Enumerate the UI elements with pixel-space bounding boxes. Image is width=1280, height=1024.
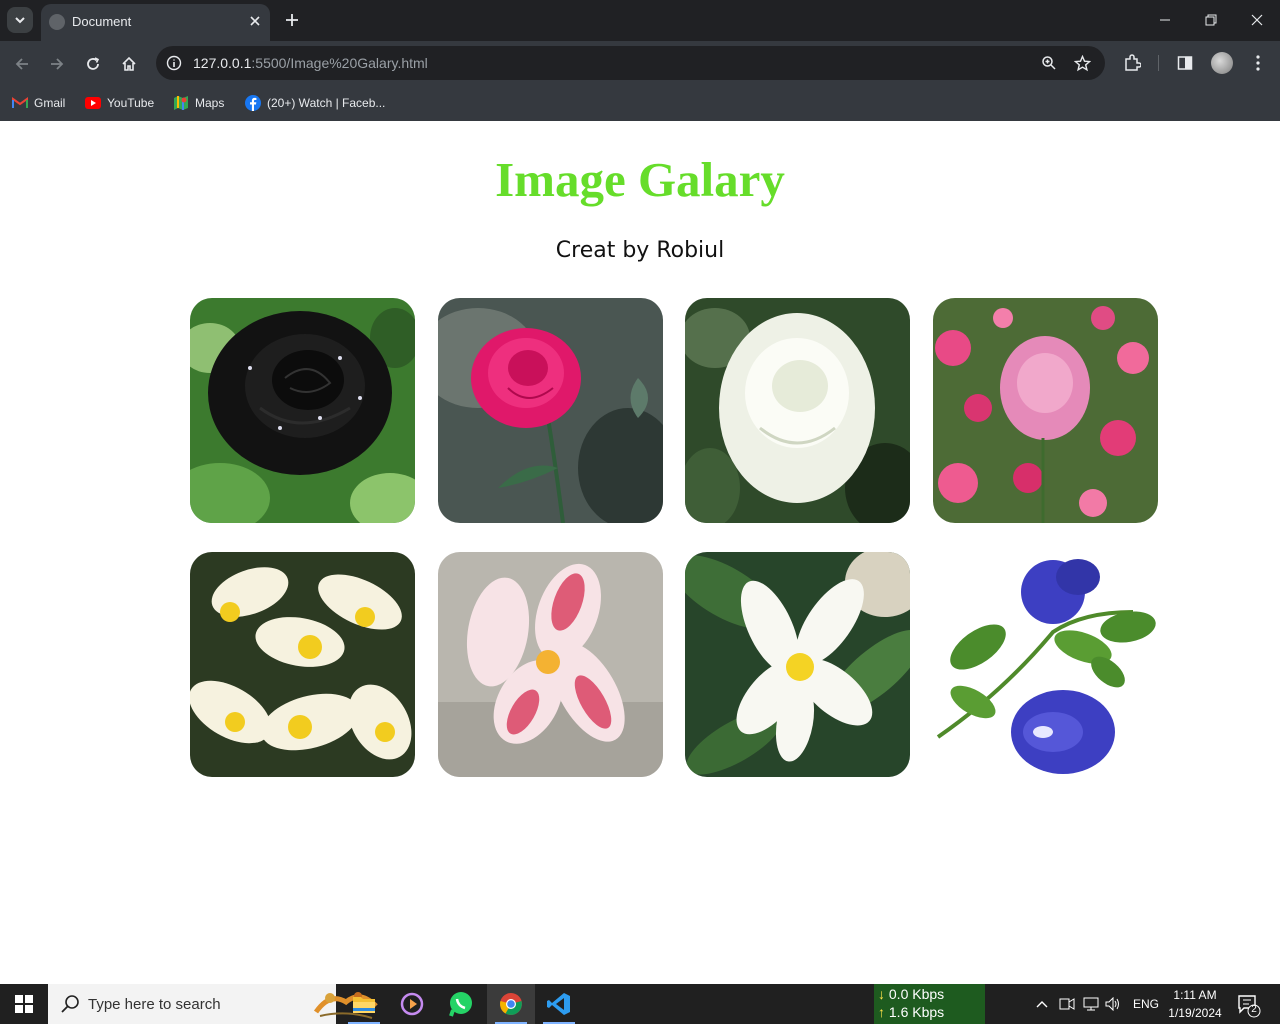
gallery-image-pink-rose[interactable] [438, 298, 663, 523]
browser-tab-strip: Document [0, 0, 1280, 41]
reload-icon [87, 57, 100, 70]
media-player-icon [400, 992, 424, 1016]
chrome-icon [500, 993, 522, 1015]
taskbar-media-player[interactable] [388, 984, 436, 1024]
search-icon [61, 995, 79, 1013]
show-hidden-icons-chevron-icon[interactable] [1032, 994, 1052, 1014]
gallery-image-white-plumeria[interactable] [685, 552, 910, 777]
close-icon [1251, 14, 1263, 26]
tab-title: Document [72, 14, 132, 29]
whatsapp-icon [449, 992, 472, 1017]
gallery-image-pink-plumeria[interactable] [438, 552, 663, 777]
volume-icon[interactable] [1103, 994, 1123, 1014]
browser-tab[interactable]: Document [41, 4, 270, 41]
address-bar[interactable]: 127.0.0.1:5500/Image%20Galary.html [156, 46, 1105, 80]
new-tab-button[interactable] [281, 9, 303, 31]
toolbar-divider [1158, 55, 1159, 71]
home-button[interactable] [116, 51, 142, 77]
page-content: Image Galary Creat by Robiul [0, 121, 1280, 984]
page-subtitle: Creat by Robiul [555, 238, 725, 263]
meet-now-icon[interactable] [1057, 994, 1077, 1014]
bookmark-star-icon[interactable] [1072, 53, 1092, 73]
url-text[interactable]: 127.0.0.1:5500/Image%20Galary.html [193, 55, 428, 71]
browser-toolbar: 127.0.0.1:5500/Image%20Galary.html [0, 41, 1280, 85]
search-placeholder: Type here to search [88, 996, 221, 1013]
minimize-icon [1160, 19, 1170, 21]
page-title: Image Galary [495, 152, 785, 207]
minimize-button[interactable] [1152, 8, 1178, 32]
taskbar-file-explorer[interactable] [340, 984, 388, 1024]
notification-icon [1238, 995, 1261, 1018]
download-speed: 0.0 Kbps [888, 986, 945, 1002]
taskbar-clock[interactable]: 1:11 AM 1/19/2024 [1160, 986, 1230, 1022]
bookmark-facebook[interactable]: (20+) Watch | Faceb... [245, 92, 385, 114]
start-button[interactable] [0, 984, 48, 1024]
arrow-right-icon [51, 58, 64, 70]
back-button[interactable] [9, 51, 35, 77]
taskbar-chrome[interactable] [487, 984, 535, 1024]
plus-icon [286, 14, 298, 26]
tab-search-button[interactable] [7, 7, 33, 33]
gallery-image-blue-butterfly-pea[interactable] [933, 552, 1158, 777]
language-indicator[interactable]: ENG [1133, 997, 1159, 1011]
zoom-icon[interactable] [1039, 53, 1059, 73]
site-info-icon[interactable] [164, 53, 184, 73]
maps-icon [173, 95, 189, 111]
network-speed-widget: ↓ 0.0 Kbps ↑ 1.6 Kbps [874, 984, 985, 1024]
taskbar-search-box[interactable]: Type here to search [48, 984, 378, 1024]
side-panel-icon[interactable] [1173, 51, 1197, 75]
vscode-icon [547, 993, 570, 1015]
network-icon[interactable] [1081, 994, 1101, 1014]
bookmark-gmail[interactable]: Gmail [12, 92, 65, 114]
home-icon [122, 56, 136, 71]
gallery-image-yellow-white-plumeria[interactable] [190, 552, 415, 777]
arrow-left-icon [15, 58, 28, 70]
profile-avatar[interactable] [1211, 52, 1233, 74]
upload-speed: 1.6 Kbps [888, 1004, 945, 1020]
youtube-icon [85, 97, 101, 109]
arrow-down-icon: ↓ [878, 986, 885, 1002]
windows-taskbar: Type here to search ↓ 0.0 Kbps ↑ 1.6 Kbp… [0, 984, 1280, 1024]
bookmark-youtube[interactable]: YouTube [85, 92, 154, 114]
extensions-icon[interactable] [1120, 51, 1144, 75]
folder-icon [353, 997, 375, 1013]
notification-center-button[interactable]: 2 [1236, 992, 1262, 1018]
restore-button[interactable] [1198, 8, 1224, 32]
gmail-icon [12, 97, 28, 109]
windows-logo-icon [15, 995, 33, 1013]
restore-icon [1205, 14, 1217, 26]
globe-icon [49, 14, 65, 30]
notification-count: 2 [1251, 1004, 1257, 1015]
taskbar-vscode[interactable] [535, 984, 583, 1024]
close-window-button[interactable] [1244, 8, 1270, 32]
gallery-image-white-rose[interactable] [685, 298, 910, 523]
taskbar-whatsapp[interactable] [437, 984, 485, 1024]
arrow-up-icon: ↑ [878, 1004, 885, 1020]
bookmark-maps[interactable]: Maps [173, 92, 224, 114]
gallery-image-pink-roses-bush[interactable] [933, 298, 1158, 523]
clock-date: 1/19/2024 [1168, 1006, 1222, 1020]
gallery-image-black-rose[interactable] [190, 298, 415, 523]
chevron-down-icon [15, 17, 25, 24]
clock-time: 1:11 AM [1173, 988, 1217, 1002]
facebook-icon [245, 95, 261, 111]
forward-button[interactable] [44, 51, 70, 77]
close-tab-icon[interactable] [246, 12, 264, 30]
reload-button[interactable] [80, 51, 106, 77]
bookmarks-bar: Gmail YouTube Maps (20+) Watch | Faceb..… [0, 85, 1280, 122]
menu-dots-icon[interactable] [1246, 51, 1270, 75]
